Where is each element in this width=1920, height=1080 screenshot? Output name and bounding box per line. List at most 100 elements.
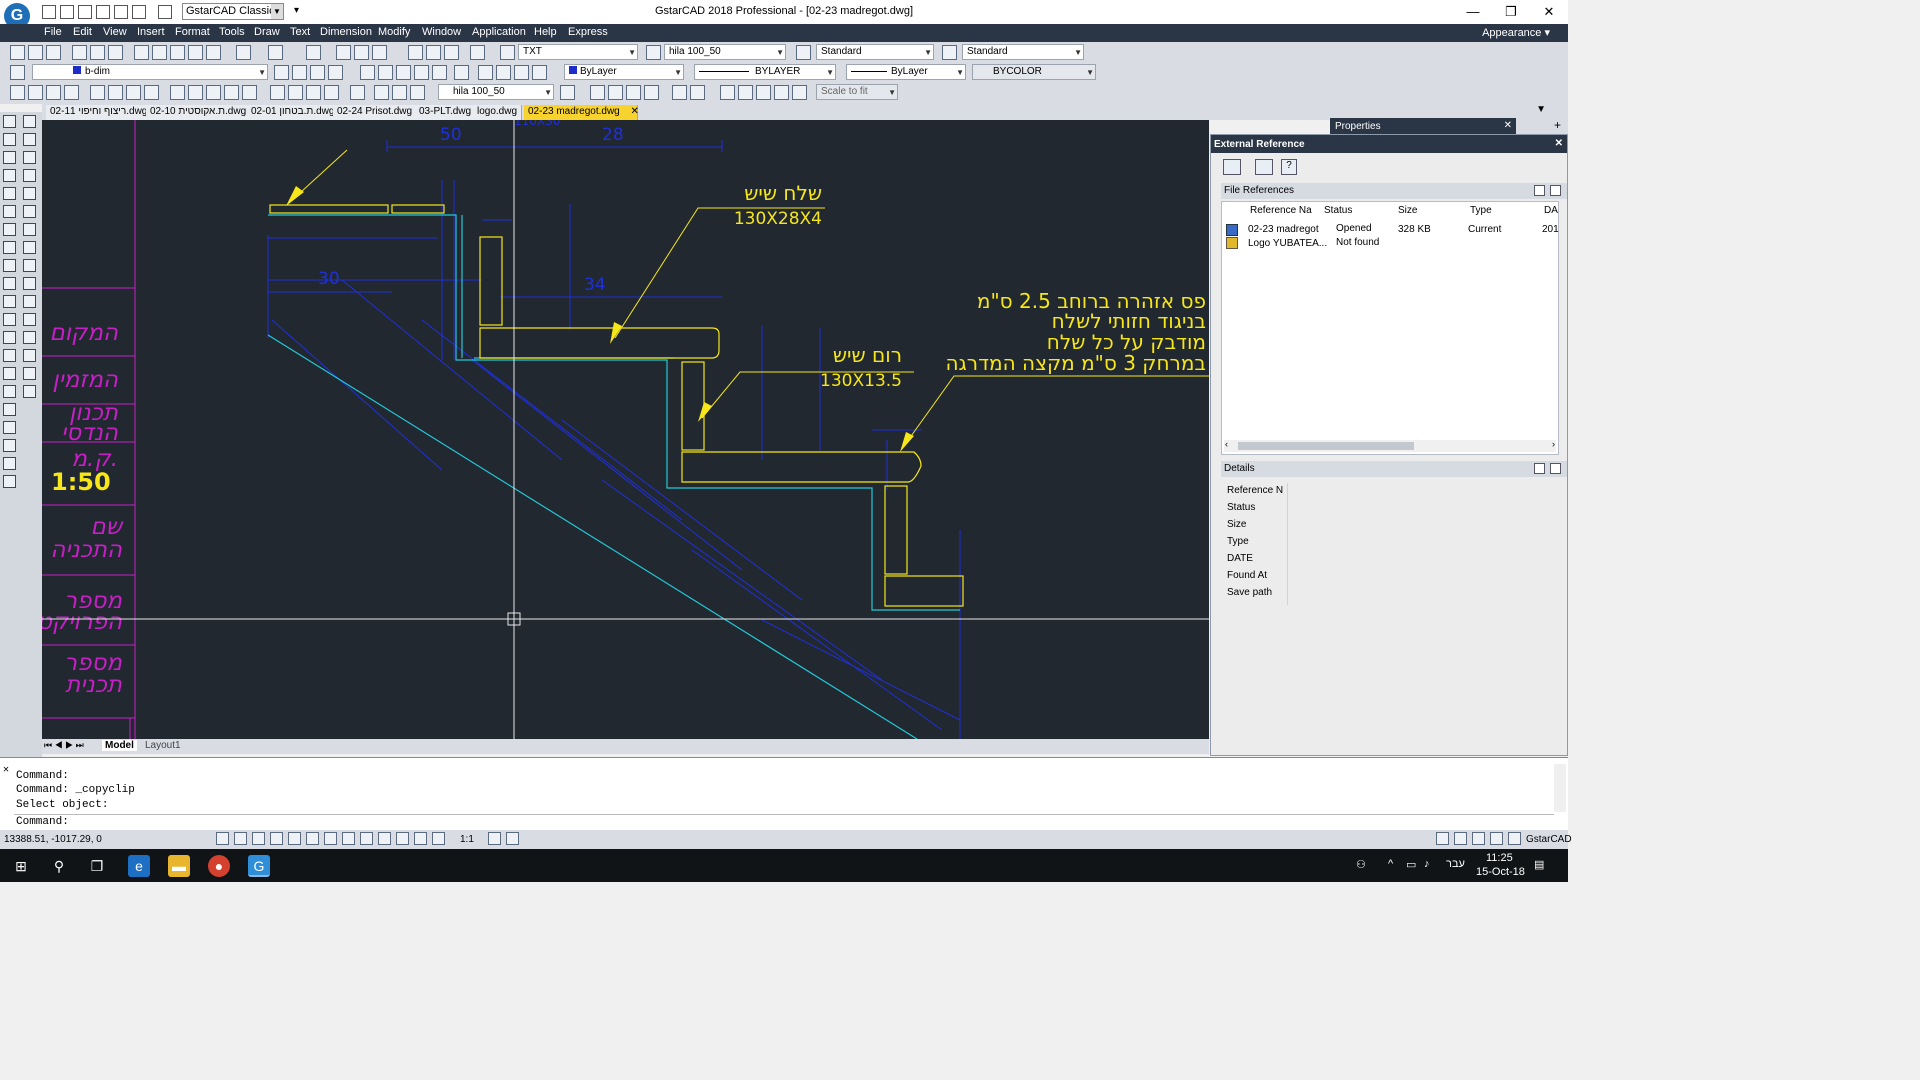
osnap-icon[interactable] bbox=[288, 832, 301, 845]
qp-icon[interactable] bbox=[396, 832, 409, 845]
linetype-select[interactable]: BYLAYER ▼ bbox=[694, 64, 836, 80]
save-icon[interactable] bbox=[46, 45, 61, 60]
dim-style-manager-icon[interactable] bbox=[560, 85, 575, 100]
doc-tab[interactable]: logo.dwg bbox=[473, 105, 523, 120]
viewport-scale-select[interactable]: Scale to fit ▼ bbox=[816, 84, 898, 100]
hardware-icon[interactable] bbox=[1472, 832, 1485, 845]
grid-icon[interactable] bbox=[234, 832, 247, 845]
ellipse-icon[interactable] bbox=[3, 277, 16, 290]
layer-lock-icon[interactable] bbox=[396, 65, 411, 80]
make-block-icon[interactable] bbox=[3, 331, 16, 344]
layer-off-icon[interactable] bbox=[360, 65, 375, 80]
layer-freeze-icon[interactable] bbox=[378, 65, 393, 80]
attach-dwg-icon[interactable] bbox=[1223, 159, 1241, 175]
dyn-icon[interactable] bbox=[342, 832, 355, 845]
layer-match-icon[interactable] bbox=[414, 65, 429, 80]
rotate-icon[interactable] bbox=[23, 223, 36, 236]
polar-icon[interactable] bbox=[270, 832, 283, 845]
menu-application[interactable]: Application bbox=[472, 26, 526, 38]
stretch-icon[interactable] bbox=[23, 259, 36, 272]
tab-layout1[interactable]: Layout1 bbox=[142, 740, 184, 751]
arc-icon[interactable] bbox=[3, 205, 16, 218]
command-input[interactable]: Command: bbox=[14, 814, 1554, 829]
horizontal-scrollbar[interactable]: ‹ › bbox=[1224, 439, 1556, 452]
circle-icon[interactable] bbox=[3, 223, 16, 236]
erase-icon[interactable] bbox=[23, 115, 36, 128]
break-icon[interactable] bbox=[23, 313, 36, 326]
properties-panel-tab[interactable]: Properties ✕ bbox=[1330, 118, 1516, 134]
array-icon[interactable] bbox=[23, 187, 36, 200]
offset-icon[interactable] bbox=[23, 169, 36, 182]
fillet-icon[interactable] bbox=[23, 367, 36, 380]
notification-icon[interactable]: ▤ bbox=[1534, 858, 1544, 871]
continue-dim-icon[interactable] bbox=[206, 85, 221, 100]
spline-icon[interactable] bbox=[3, 259, 16, 272]
task-view-icon[interactable]: ❐ bbox=[86, 855, 108, 877]
isolate-icon[interactable] bbox=[1490, 832, 1503, 845]
layer-copy-icon[interactable] bbox=[496, 65, 511, 80]
point-icon[interactable] bbox=[3, 349, 16, 362]
tree-view-icon[interactable] bbox=[1550, 185, 1561, 196]
doc-tab[interactable]: 03-PLT.dwg bbox=[415, 105, 477, 120]
scale-icon[interactable] bbox=[23, 241, 36, 254]
layer-delete-icon[interactable] bbox=[478, 65, 493, 80]
viewport-clip-icon[interactable] bbox=[672, 85, 687, 100]
make-current-icon[interactable] bbox=[274, 65, 289, 80]
menu-file[interactable]: File bbox=[44, 26, 62, 38]
ellipse-arc-icon[interactable] bbox=[3, 295, 16, 308]
tab-nav-icons[interactable]: ⏮ ◀ ▶ ⏭ bbox=[44, 740, 84, 751]
redo-icon[interactable] bbox=[268, 45, 283, 60]
coordinates-readout[interactable]: 13388.51, -1017.29, 0 bbox=[4, 834, 102, 845]
close-cmd-icon[interactable]: ✕ bbox=[3, 764, 9, 776]
text-style-select[interactable]: TXT ▼ bbox=[518, 44, 638, 60]
chrome-icon[interactable]: ● bbox=[208, 855, 230, 877]
doc-tab-active[interactable]: 02-23 madregot.dwg ✕ bbox=[524, 105, 639, 120]
clean-screen-icon[interactable] bbox=[1508, 832, 1521, 845]
col-date[interactable]: DA bbox=[1544, 205, 1558, 216]
copy-icon[interactable] bbox=[152, 45, 167, 60]
tool-palette-icon[interactable] bbox=[444, 45, 459, 60]
jogged-dim-icon[interactable] bbox=[108, 85, 123, 100]
layer-state-icon[interactable] bbox=[310, 65, 325, 80]
autoscale-icon[interactable] bbox=[506, 832, 519, 845]
drawing-canvas[interactable]: המקום המזמין תכנון הנדסי ק.מ. שם התכניה … bbox=[42, 120, 1209, 739]
mirror-icon[interactable] bbox=[23, 151, 36, 164]
layout-3-icon[interactable] bbox=[756, 85, 771, 100]
list-view-icon[interactable] bbox=[1534, 185, 1545, 196]
gradient-icon[interactable] bbox=[3, 385, 16, 398]
ordinate-dim-icon[interactable] bbox=[64, 85, 79, 100]
zoom-window-icon[interactable] bbox=[354, 45, 369, 60]
angular-dim-icon[interactable] bbox=[144, 85, 159, 100]
lineweight-select[interactable]: ByLayer ▼ bbox=[846, 64, 966, 80]
dim-text-edit-icon[interactable] bbox=[374, 85, 389, 100]
language-indicator[interactable]: עבר bbox=[1446, 858, 1465, 870]
tray-arrow-icon[interactable]: ^ bbox=[1388, 858, 1393, 870]
menu-window[interactable]: Window bbox=[422, 26, 461, 38]
appearance-menu[interactable]: Appearance ▾ bbox=[1482, 26, 1550, 39]
mleader-style-icon[interactable] bbox=[942, 45, 957, 60]
hatch-icon[interactable] bbox=[3, 367, 16, 380]
ducs-icon[interactable] bbox=[324, 832, 337, 845]
cut-icon[interactable] bbox=[134, 45, 149, 60]
tab-list-icon[interactable]: ▼ bbox=[1536, 104, 1546, 115]
menu-text[interactable]: Text bbox=[290, 26, 310, 38]
doc-tab[interactable]: 02-10 ת.אקוסטית.dwg bbox=[146, 105, 252, 120]
undo-icon[interactable] bbox=[236, 45, 251, 60]
dim-edit-icon[interactable] bbox=[350, 85, 365, 100]
publish-icon[interactable] bbox=[108, 45, 123, 60]
menu-draw[interactable]: Draw bbox=[254, 26, 280, 38]
viewport-2-icon[interactable] bbox=[608, 85, 623, 100]
radius-dim-icon[interactable] bbox=[90, 85, 105, 100]
mleader-style-select[interactable]: Standard ▼ bbox=[962, 44, 1084, 60]
close-button[interactable]: ✕ bbox=[1534, 2, 1564, 22]
menu-format[interactable]: Format bbox=[175, 26, 210, 38]
polygon-icon[interactable] bbox=[3, 169, 16, 182]
preview-icon[interactable] bbox=[90, 45, 105, 60]
join-icon[interactable] bbox=[23, 331, 36, 344]
file-explorer-icon[interactable]: ▬ bbox=[168, 855, 190, 877]
col-status[interactable]: Status bbox=[1324, 205, 1352, 216]
start-icon[interactable]: ⊞ bbox=[10, 855, 32, 877]
insert-block-icon[interactable] bbox=[3, 313, 16, 326]
close-tab-icon[interactable]: ✕ bbox=[631, 106, 639, 117]
annotation-scale[interactable]: 1:1 bbox=[460, 834, 474, 845]
